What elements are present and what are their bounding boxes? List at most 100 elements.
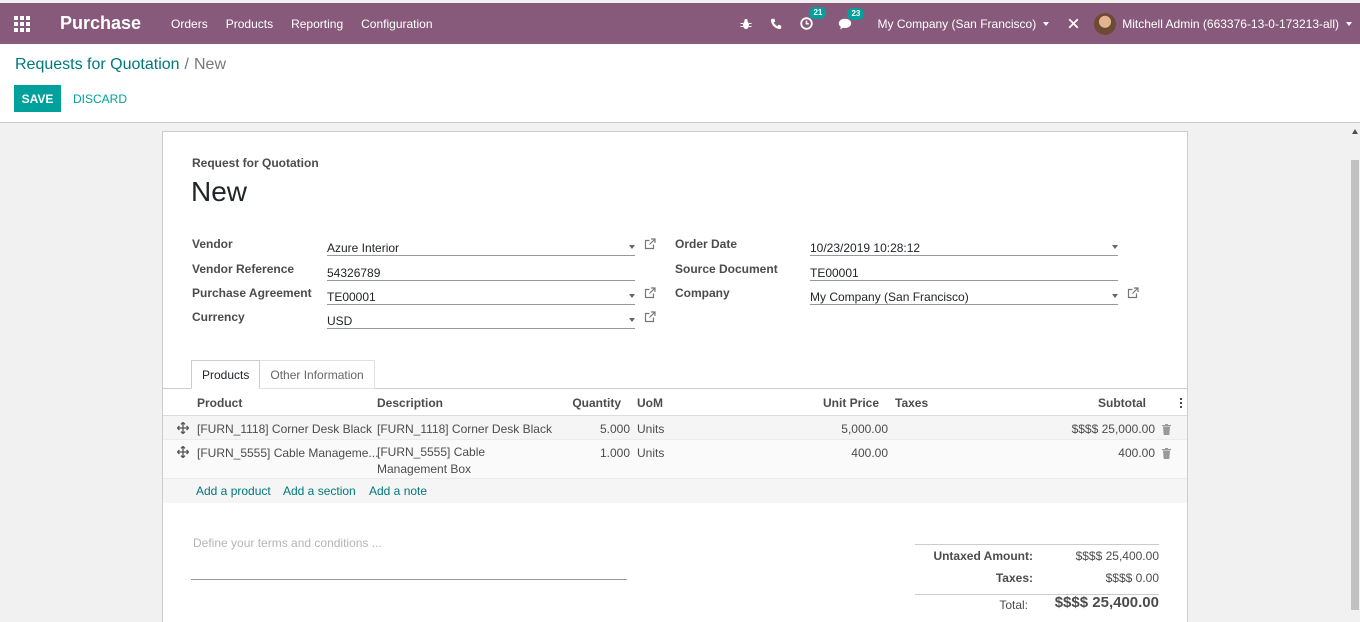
navbar-systray: 21 23 My Company (San Francisco) Mitchel… <box>731 3 1360 44</box>
chevron-down-icon[interactable] <box>629 318 635 322</box>
vendor-reference-field[interactable]: 54326789 <box>327 261 635 281</box>
line-quantity[interactable]: 5.000 <box>600 422 630 436</box>
drag-handle-icon[interactable] <box>177 422 189 434</box>
untaxed-amount-label: Untaxed Amount: <box>933 549 1033 563</box>
form-subtitle: Request for Quotation <box>192 156 319 170</box>
add-product-link[interactable]: Add a product <box>196 484 271 498</box>
add-line-links: Add a product Add a section Add a note <box>163 479 1187 503</box>
breadcrumb-current: New <box>194 56 227 73</box>
chevron-down-icon[interactable] <box>1112 294 1118 298</box>
line-description[interactable]: [FURN_1118] Corner Desk Black <box>377 422 552 436</box>
scroll-up-arrow-icon[interactable] <box>1352 129 1358 134</box>
chevron-down-icon[interactable] <box>1112 245 1118 249</box>
line-uom[interactable]: Units <box>637 446 664 460</box>
add-note-link[interactable]: Add a note <box>369 484 427 498</box>
phone-icon[interactable] <box>770 18 782 30</box>
tab-products[interactable]: Products <box>191 360 261 389</box>
table-row[interactable]: [FURN_1118] Corner Desk Black [FURN_1118… <box>163 416 1187 440</box>
purchase-agreement-value: TE00001 <box>327 290 376 304</box>
apps-grid-icon[interactable] <box>0 3 44 44</box>
column-unit-price[interactable]: Unit Price <box>823 396 879 410</box>
column-subtotal[interactable]: Subtotal <box>1098 396 1146 410</box>
terms-and-conditions-field[interactable]: Define your terms and conditions ... <box>191 536 627 580</box>
source-document-label: Source Document <box>675 262 778 276</box>
order-lines-header: Product Description Quantity UoM Unit Pr… <box>163 390 1187 416</box>
line-unit-price[interactable]: 5,000.00 <box>841 422 888 436</box>
trash-icon[interactable] <box>1162 448 1171 459</box>
tab-other-information[interactable]: Other Information <box>260 360 375 389</box>
currency-value: USD <box>327 314 353 328</box>
app-name[interactable]: Purchase <box>60 13 141 34</box>
activity-count-badge: 21 <box>809 7 827 19</box>
menu-orders[interactable]: Orders <box>171 17 208 31</box>
external-link-icon[interactable] <box>644 287 656 299</box>
breadcrumb: Requests for Quotation / New <box>15 56 226 74</box>
chevron-down-icon[interactable] <box>629 245 635 249</box>
column-taxes[interactable]: Taxes <box>895 396 928 410</box>
table-row[interactable]: [FURN_5555] Cable Manageme... [FURN_5555… <box>163 440 1187 479</box>
chevron-down-icon[interactable] <box>629 294 635 298</box>
save-button[interactable]: SAVE <box>14 85 61 112</box>
line-uom[interactable]: Units <box>637 422 664 436</box>
vertical-scrollbar[interactable] <box>1350 124 1360 622</box>
top-navbar: Purchase Orders Products Reporting Confi… <box>0 3 1360 44</box>
currency-label: Currency <box>192 310 245 324</box>
user-menu[interactable]: Mitchell Admin (663376-13-0-173213-all) <box>1094 12 1352 35</box>
menu-products[interactable]: Products <box>226 17 273 31</box>
chat-icon[interactable]: 23 <box>838 7 865 30</box>
drag-handle-icon[interactable] <box>177 446 189 458</box>
chevron-down-icon <box>1346 21 1352 26</box>
purchase-agreement-label: Purchase Agreement <box>192 286 312 300</box>
notebook-tabs: Products Other Information <box>191 360 375 389</box>
line-description[interactable]: [FURN_5555] Cable <box>377 445 485 459</box>
external-link-icon[interactable] <box>644 238 656 250</box>
order-date-field[interactable]: 10/23/2019 10:28:12 <box>810 236 1118 256</box>
line-product[interactable]: [FURN_5555] Cable Manageme... <box>197 446 378 460</box>
line-unit-price[interactable]: 400.00 <box>851 446 888 460</box>
discard-button[interactable]: DISCARD <box>73 85 127 112</box>
bug-icon[interactable] <box>740 18 752 30</box>
source-document-value: TE00001 <box>810 266 859 280</box>
chevron-down-icon <box>1043 21 1050 26</box>
taxes-label: Taxes: <box>995 571 1033 585</box>
total-label: Total: <box>999 598 1028 612</box>
column-quantity[interactable]: Quantity <box>572 396 621 410</box>
company-label: Company <box>675 286 730 300</box>
menu-reporting[interactable]: Reporting <box>291 17 343 31</box>
optional-columns-dots-icon[interactable] <box>1180 397 1182 409</box>
message-count-badge: 23 <box>847 7 865 20</box>
vendor-reference-value: 54326789 <box>327 266 381 280</box>
source-document-field[interactable]: TE00001 <box>810 261 1118 281</box>
company-switcher[interactable]: My Company (San Francisco) <box>877 16 1050 31</box>
external-link-icon[interactable] <box>1127 287 1139 299</box>
line-description-continued[interactable]: Management Box <box>377 462 471 476</box>
control-panel: Requests for Quotation / New SAVE DISCARD <box>0 44 1360 123</box>
activity-clock-icon[interactable]: 21 <box>800 7 827 30</box>
user-name: Mitchell Admin (663376-13-0-173213-all) <box>1122 16 1339 31</box>
order-date-value: 10/23/2019 10:28:12 <box>810 241 921 255</box>
column-uom[interactable]: UoM <box>637 396 663 410</box>
menu-configuration[interactable]: Configuration <box>361 17 432 31</box>
scrollbar-thumb[interactable] <box>1351 160 1359 610</box>
column-product[interactable]: Product <box>197 396 242 410</box>
external-link-icon[interactable] <box>644 311 656 323</box>
form-title: New <box>191 176 248 207</box>
column-description[interactable]: Description <box>377 396 443 410</box>
untaxed-amount-value: $$$$ 25,400.00 <box>1075 549 1159 563</box>
vendor-field[interactable]: Azure Interior <box>327 236 635 256</box>
company-switcher-label: My Company (San Francisco) <box>877 16 1037 31</box>
vendor-label: Vendor <box>192 237 233 251</box>
add-section-link[interactable]: Add a section <box>283 484 356 498</box>
vendor-reference-label: Vendor Reference <box>192 262 295 276</box>
line-quantity[interactable]: 1.000 <box>600 446 630 460</box>
close-icon[interactable] <box>1068 18 1079 29</box>
line-product[interactable]: [FURN_1118] Corner Desk Black <box>197 422 372 436</box>
purchase-agreement-field[interactable]: TE00001 <box>327 285 635 305</box>
company-value: My Company (San Francisco) <box>810 290 969 304</box>
totals-block: Untaxed Amount: $$$$ 25,400.00 Taxes: $$… <box>915 544 1159 612</box>
company-field[interactable]: My Company (San Francisco) <box>810 285 1118 305</box>
trash-icon[interactable] <box>1162 424 1171 435</box>
breadcrumb-parent[interactable]: Requests for Quotation <box>15 56 180 73</box>
line-subtotal: $$$$ 25,000.00 <box>1071 422 1155 436</box>
currency-field[interactable]: USD <box>327 309 635 329</box>
